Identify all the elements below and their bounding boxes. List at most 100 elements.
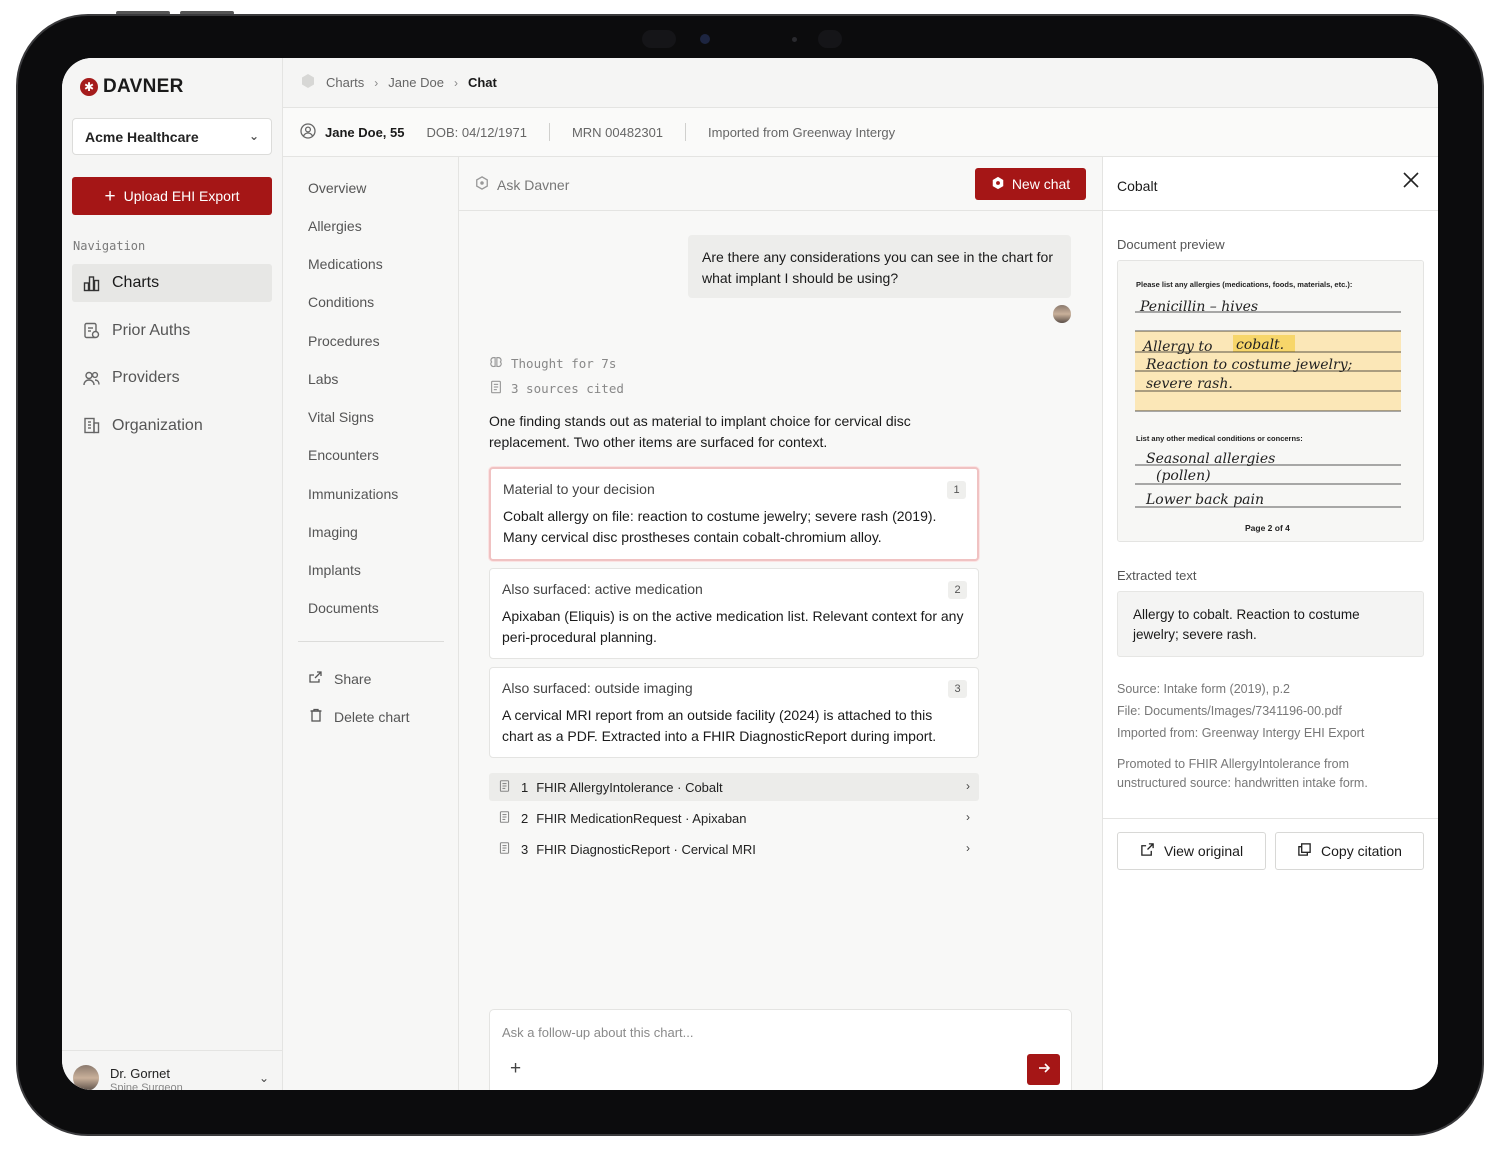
citation-row[interactable]: 3 FHIR DiagnosticReport · Cervical MRI ›: [489, 835, 979, 863]
brain-icon: [489, 355, 503, 372]
upload-ehi-button[interactable]: + Upload EHI Export: [72, 177, 272, 215]
sidebar-item-providers[interactable]: Providers: [72, 359, 272, 397]
sidebar-item-label: Providers: [112, 369, 180, 386]
chart-nav-vital-signs[interactable]: Vital Signs: [308, 409, 374, 425]
finding-title: Also surfaced: outside imaging: [502, 680, 693, 696]
document-icon: [498, 841, 511, 858]
prior-auths-icon: [82, 322, 100, 340]
chevron-right-icon: ›: [374, 75, 379, 90]
document-preview[interactable]: Please list any allergies (medications, …: [1117, 260, 1424, 542]
chart-nav-overview[interactable]: Overview: [308, 180, 366, 196]
view-original-button[interactable]: View original: [1117, 832, 1266, 870]
source-panel: Cobalt Document preview Please list any: [1102, 157, 1438, 1090]
davner-mark-icon: [300, 73, 316, 92]
extracted-text: Allergy to cobalt. Reaction to costume j…: [1117, 591, 1424, 657]
chat-panel: Ask Davner New chat Are there any consid…: [459, 157, 1102, 1090]
new-chat-label: New chat: [1011, 176, 1071, 192]
chart-nav-conditions[interactable]: Conditions: [308, 294, 374, 310]
attach-plus-icon[interactable]: +: [510, 1058, 521, 1080]
finding-body: Cobalt allergy on file: reaction to cost…: [503, 508, 937, 545]
chart-nav-immunizations[interactable]: Immunizations: [308, 486, 398, 502]
arrow-right-icon: [1037, 1061, 1051, 1079]
imported-meta: Imported from: Greenway Intergy EHI Expo…: [1117, 726, 1365, 740]
new-chat-button[interactable]: New chat: [975, 168, 1086, 200]
chat-composer[interactable]: Ask a follow-up about this chart... +: [489, 1009, 1072, 1090]
delete-chart-button[interactable]: Delete chart: [308, 707, 409, 726]
chart-nav-implants[interactable]: Implants: [308, 562, 361, 578]
trash-icon: [308, 707, 324, 726]
document-icon: [498, 779, 511, 796]
camera-dot: [792, 37, 797, 42]
sidebar-item-organization[interactable]: Organization: [72, 407, 272, 445]
doc-line-2b: cobalt.: [1236, 337, 1284, 353]
citation-badge[interactable]: 3: [948, 680, 967, 698]
user-message: Are there any considerations you can see…: [688, 235, 1071, 298]
patient-mrn: MRN 00482301: [571, 124, 664, 140]
chart-nav-labs[interactable]: Labs: [308, 371, 338, 387]
sources-text: 3 sources cited: [511, 381, 624, 396]
plus-icon: +: [104, 185, 116, 207]
finding-card-1[interactable]: Material to your decision Cobalt allergy…: [489, 467, 979, 561]
app-screen: ✱ DAVNER Acme Healthcare ⌄ + Upload EHI …: [62, 58, 1438, 1090]
finding-body: Apixaban (Eliquis) is on the active medi…: [502, 608, 964, 645]
camera-lens: [700, 34, 710, 44]
chart-nav-procedures[interactable]: Procedures: [308, 333, 380, 349]
patient-dob: DOB: 04/12/1971: [426, 124, 527, 140]
close-icon[interactable]: [1402, 170, 1420, 194]
logo[interactable]: ✱ DAVNER: [80, 76, 184, 98]
avatar: [1053, 305, 1071, 323]
finding-card-2[interactable]: Also surfaced: active medication Apixaba…: [489, 568, 979, 659]
patient-source: Imported from Greenway Intergy: [708, 124, 896, 140]
send-button[interactable]: [1027, 1054, 1060, 1085]
share-label: Share: [334, 670, 372, 687]
preview-label: Document preview: [1117, 237, 1225, 252]
source-panel-header: Cobalt: [1103, 157, 1438, 211]
org-selector[interactable]: Acme Healthcare ⌄: [72, 118, 272, 155]
source-meta: Source: Intake form (2019), p.2: [1117, 682, 1291, 696]
nav-heading: Navigation: [73, 239, 146, 253]
chart-nav-imaging[interactable]: Imaging: [308, 524, 358, 540]
avatar: [73, 1065, 99, 1090]
share-button[interactable]: Share: [308, 669, 371, 688]
breadcrumb-charts[interactable]: Charts: [326, 75, 364, 90]
chart-nav-allergies[interactable]: Allergies: [308, 218, 362, 234]
citation-row[interactable]: 1 FHIR AllergyIntolerance · Cobalt ›: [489, 773, 979, 801]
finding-body: A cervical MRI report from an outside fa…: [502, 707, 937, 744]
citation-badge[interactable]: 2: [948, 581, 967, 599]
sources-indicator[interactable]: 3 sources cited: [489, 380, 624, 397]
citation-badge[interactable]: 1: [947, 481, 966, 499]
citation-row[interactable]: 2 FHIR MedicationRequest · Apixaban ›: [489, 804, 979, 832]
doc-line-6: (pollen): [1156, 468, 1211, 484]
chart-nav-documents[interactable]: Documents: [308, 600, 379, 616]
chart-nav-medications[interactable]: Medications: [308, 256, 383, 272]
finding-card-3[interactable]: Also surfaced: outside imaging A cervica…: [489, 667, 979, 758]
upload-ehi-label: Upload EHI Export: [123, 188, 240, 204]
sidebar-item-prior-auths[interactable]: Prior Auths: [72, 312, 272, 350]
assistant-intro: One finding stands out as material to im…: [489, 413, 911, 450]
charts-icon: [82, 274, 100, 292]
breadcrumb-patient[interactable]: Jane Doe: [388, 75, 444, 90]
davner-mark-icon: [475, 176, 489, 193]
chevron-right-icon: ›: [966, 841, 970, 855]
ask-davner-text: Ask Davner: [497, 176, 570, 193]
user-role: Spine Surgeon: [110, 1082, 183, 1090]
sidebar-item-label: Organization: [112, 416, 203, 434]
doc-prompt-1: Please list any allergies (medications, …: [1136, 280, 1352, 289]
divider: [298, 641, 444, 642]
external-link-icon: [1140, 842, 1155, 860]
sidebar: ✱ DAVNER Acme Healthcare ⌄ + Upload EHI …: [62, 58, 283, 1090]
promoted-meta: Promoted to FHIR AllergyIntolerance from…: [1117, 757, 1368, 790]
composer-input[interactable]: Ask a follow-up about this chart...: [502, 1025, 693, 1040]
citation-list: 1 FHIR AllergyIntolerance · Cobalt › 2 F…: [489, 773, 979, 866]
chart-nav-encounters[interactable]: Encounters: [308, 447, 379, 463]
ask-davner-label: Ask Davner: [475, 176, 569, 193]
copy-citation-button[interactable]: Copy citation: [1275, 832, 1424, 870]
chevron-right-icon: ›: [966, 779, 970, 793]
citation-label: FHIR DiagnosticReport · Cervical MRI: [536, 841, 756, 857]
user-menu[interactable]: Dr. Gornet Spine Surgeon ⌄: [62, 1050, 283, 1090]
thought-indicator[interactable]: Thought for 7s: [489, 355, 616, 372]
citation-number: 3: [521, 841, 529, 857]
sidebar-item-charts[interactable]: Charts: [72, 264, 272, 302]
copy-icon: [1297, 842, 1312, 860]
organization-icon: [82, 417, 100, 435]
